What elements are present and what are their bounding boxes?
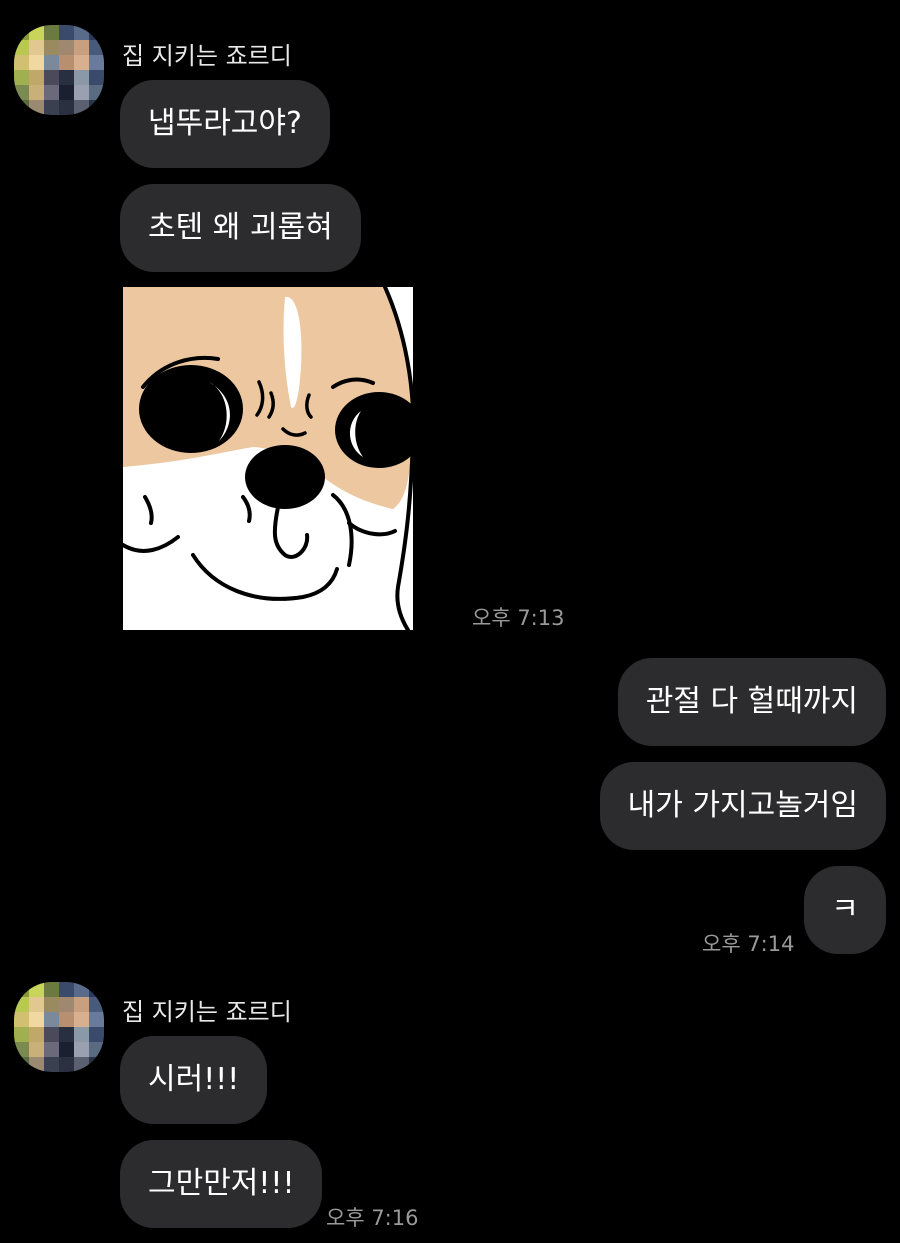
message-bubble[interactable]: 내가 가지고놀거임	[599, 762, 886, 850]
sender-name: 집 지키는 죠르디	[122, 998, 292, 1026]
message-timestamp: 오후 7:16	[326, 1206, 419, 1230]
sender-name: 집 지키는 죠르디	[122, 42, 292, 70]
avatar-pixelated[interactable]	[14, 25, 104, 115]
message-timestamp: 오후 7:13	[472, 606, 565, 630]
avatar-pixelated[interactable]	[14, 982, 104, 1072]
dog-face-sticker[interactable]	[121, 285, 423, 632]
message-bubble[interactable]: 시러!!!	[120, 1036, 268, 1124]
dog-face-icon	[121, 285, 423, 632]
message-bubble[interactable]: 관절 다 헐때까지	[617, 658, 886, 746]
message-bubble[interactable]: 냅뚜라고야?	[120, 80, 330, 168]
message-timestamp: 오후 7:14	[702, 932, 795, 956]
message-bubble[interactable]: 그만만저!!!	[120, 1140, 323, 1228]
message-bubble[interactable]: ㅋ	[804, 866, 886, 954]
message-bubble[interactable]: 초텐 왜 괴롭혀	[120, 184, 361, 272]
